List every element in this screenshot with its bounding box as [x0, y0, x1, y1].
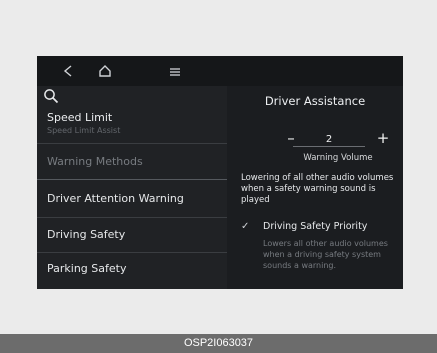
page-title: Driver Assistance [264, 94, 366, 108]
volume-increase-button[interactable]: + [375, 130, 391, 146]
back-icon [63, 62, 73, 81]
menu-item-driver-attention-warning[interactable]: Driver Attention Warning [37, 192, 227, 205]
volume-decrease-button[interactable]: – [283, 130, 299, 146]
menu-item-label: Warning Methods [47, 155, 143, 168]
menu-item-driving-safety[interactable]: Driving Safety [37, 228, 227, 241]
image-code: OSP2I063037 [183, 337, 254, 349]
driver-assistance-panel: Driver Assistance – 2 + Warning Volume L… [227, 86, 403, 289]
search-icon [43, 89, 59, 108]
driving-safety-priority-checkbox[interactable]: ✓ Driving Safety Priority [241, 221, 401, 235]
menu-item-label: Parking Safety [47, 262, 127, 275]
divider [37, 143, 227, 144]
menu-item-label: Speed Limit [47, 111, 113, 124]
back-button[interactable] [57, 61, 79, 81]
search-button[interactable] [43, 88, 61, 106]
menu-item-label: Driving Safety [47, 228, 126, 241]
menu-button[interactable] [164, 61, 186, 81]
infotainment-screen: Speed Limit Speed Limit Assist Warning M… [37, 56, 403, 289]
caption-bar: OSP2I063037 [0, 334, 437, 353]
menu-item-sublabel: Speed Limit Assist [47, 126, 121, 135]
menu-item-warning-methods[interactable]: Warning Methods [37, 155, 227, 168]
divider [37, 179, 227, 180]
volume-value: 2 [325, 134, 333, 145]
home-button[interactable] [94, 61, 116, 81]
page: Speed Limit Speed Limit Assist Warning M… [0, 0, 437, 353]
divider [37, 217, 227, 218]
warning-volume-label: Warning Volume [303, 153, 373, 163]
menu-item-label: Driver Attention Warning [47, 192, 184, 205]
menu-item-parking-safety[interactable]: Parking Safety [37, 262, 227, 275]
divider [37, 252, 227, 253]
menu-item-speed-limit[interactable]: Speed Limit Speed Limit Assist [37, 111, 227, 135]
menu-icon [169, 62, 181, 81]
settings-menu: Speed Limit Speed Limit Assist Warning M… [37, 86, 227, 289]
checkmark-icon: ✓ [241, 221, 250, 232]
home-icon [98, 62, 112, 81]
volume-description: Lowering of all other audio volumes when… [241, 173, 394, 205]
driving-safety-priority-label: Driving Safety Priority [263, 221, 368, 232]
top-bar [37, 56, 403, 86]
driving-safety-priority-description: Lowers all other audio volumes when a dr… [263, 239, 388, 270]
